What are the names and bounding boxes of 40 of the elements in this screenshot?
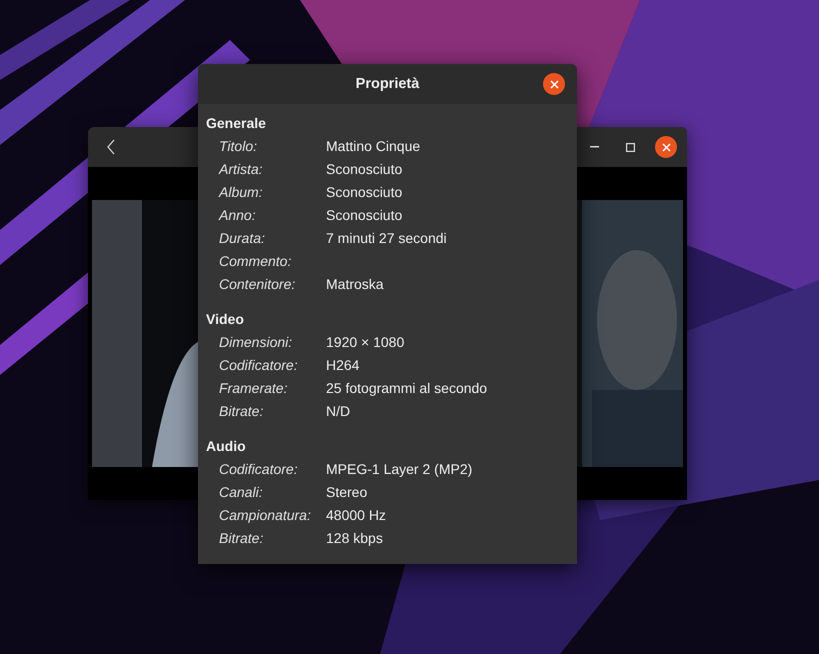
close-button[interactable] <box>543 73 565 95</box>
maximize-icon <box>626 142 634 152</box>
field-label: Commento: <box>219 252 292 271</box>
field-label: Dimensioni: <box>219 333 292 352</box>
field-label: Anno: <box>219 206 256 225</box>
field-value: Sconosciuto <box>326 160 402 179</box>
field-label: Durata: <box>219 229 265 248</box>
dialog-title: Proprietà <box>356 76 420 92</box>
chevron-left-icon <box>107 139 115 155</box>
section-heading: Video <box>206 310 244 329</box>
field-value: Mattino Cinque <box>326 137 420 156</box>
close-icon <box>662 142 670 152</box>
field-value: N/D <box>326 402 350 421</box>
field-value: Matroska <box>326 275 384 294</box>
field-label: Contenitore: <box>219 275 296 294</box>
section-heading: Audio <box>206 437 246 456</box>
field-value: 25 fotogrammi al secondo <box>326 379 488 398</box>
field-label: Codificatore: <box>219 460 298 479</box>
field-label: Canali: <box>219 483 263 502</box>
close-button[interactable] <box>655 136 677 158</box>
field-value: 128 kbps <box>326 529 383 548</box>
field-label: Bitrate: <box>219 529 264 548</box>
field-label: Bitrate: <box>219 402 264 421</box>
field-value: 1920 × 1080 <box>326 333 404 352</box>
field-label: Framerate: <box>219 379 288 398</box>
field-value: Sconosciuto <box>326 206 402 225</box>
field-value: 7 minuti 27 secondi <box>326 229 447 248</box>
field-value: MPEG-1 Layer 2 (MP2) <box>326 460 472 479</box>
field-label: Codificatore: <box>219 356 298 375</box>
section-heading: Generale <box>206 114 266 133</box>
close-icon <box>550 80 558 88</box>
field-value: Stereo <box>326 483 368 502</box>
field-value: Sconosciuto <box>326 183 402 202</box>
field-value: 48000 Hz <box>326 506 386 525</box>
field-label: Titolo: <box>219 137 258 156</box>
field-label: Campionatura: <box>219 506 311 525</box>
field-label: Artista: <box>219 160 263 179</box>
field-value: H264 <box>326 356 360 375</box>
field-label: Album: <box>219 183 263 202</box>
minimize-icon <box>590 146 598 148</box>
